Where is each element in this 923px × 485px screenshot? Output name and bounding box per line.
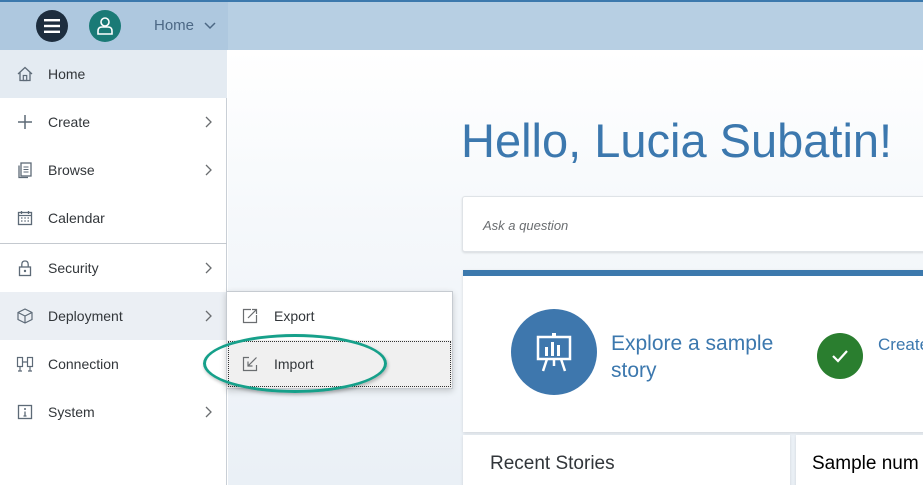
nav-item-connection[interactable]: Connection	[0, 340, 227, 388]
create-account-check[interactable]	[817, 333, 863, 379]
nav-item-security[interactable]: Security	[0, 244, 227, 292]
nav-item-system[interactable]: System	[0, 388, 227, 436]
nav-item-label: Browse	[48, 162, 95, 178]
nav-item-label: Connection	[48, 356, 119, 372]
chevron-right-icon	[205, 164, 212, 176]
greeting-title: Hello, Lucia Subatin!	[461, 114, 893, 167]
nav-item-label: Home	[48, 66, 86, 82]
nav-item-label: System	[48, 404, 95, 420]
home-dropdown-label: Home	[154, 17, 195, 34]
ask-question-input[interactable]: Ask a question	[462, 196, 923, 252]
info-icon	[17, 404, 33, 420]
deployment-submenu: Export Import	[226, 291, 453, 389]
export-icon	[242, 308, 258, 324]
submenu-item-label: Import	[274, 356, 314, 372]
home-dropdown[interactable]: Home	[154, 17, 216, 34]
nav-item-label: Create	[48, 114, 91, 130]
ask-question-placeholder: Ask a question	[483, 218, 569, 233]
nav-item-browse[interactable]: Browse	[0, 146, 227, 194]
menu-button[interactable]	[36, 10, 68, 42]
chevron-right-icon	[205, 406, 212, 418]
submenu-item-label: Export	[274, 308, 315, 324]
user-avatar[interactable]	[89, 10, 121, 42]
submenu-item-export[interactable]: Export	[227, 292, 452, 340]
create-account-link[interactable]: Create accou	[878, 334, 923, 355]
shell-bar: Home	[0, 0, 923, 50]
lock-icon	[18, 260, 32, 277]
chevron-down-icon	[204, 21, 216, 29]
package-icon	[17, 308, 33, 324]
connection-icon	[16, 356, 34, 372]
chevron-right-icon	[205, 116, 212, 128]
document-stack-icon	[18, 162, 32, 179]
presentation-icon	[536, 333, 572, 372]
explore-story-button[interactable]	[511, 309, 597, 395]
nav-item-label: Calendar	[48, 210, 105, 226]
nav-item-deployment[interactable]: Deployment	[0, 292, 227, 340]
chevron-right-icon	[205, 262, 212, 274]
checkmark-icon	[832, 350, 848, 363]
recent-stories-card: Recent Stories	[463, 435, 790, 485]
calendar-icon	[17, 211, 33, 226]
explore-story-link[interactable]: Explore a sample story	[611, 330, 801, 384]
nav-item-label: Deployment	[48, 308, 123, 324]
sample-card: Sample num	[796, 435, 923, 485]
chevron-right-icon	[205, 310, 212, 322]
home-icon	[17, 66, 33, 82]
nav-item-calendar[interactable]: Calendar	[0, 194, 227, 242]
submenu-item-import[interactable]: Import	[227, 340, 452, 388]
recent-stories-title: Recent Stories	[490, 453, 615, 474]
person-icon	[97, 17, 113, 35]
import-icon	[242, 356, 258, 372]
side-navigation: Home Create Browse Calendar Security Dep…	[0, 50, 227, 485]
sample-card-title: Sample num	[812, 453, 919, 474]
plus-icon	[18, 115, 32, 129]
hamburger-icon	[44, 19, 60, 33]
nav-item-label: Security	[48, 260, 99, 276]
nav-item-home[interactable]: Home	[0, 50, 227, 98]
nav-item-create[interactable]: Create	[0, 98, 227, 146]
getting-started-card: Explore a sample story Create accou	[463, 270, 923, 432]
